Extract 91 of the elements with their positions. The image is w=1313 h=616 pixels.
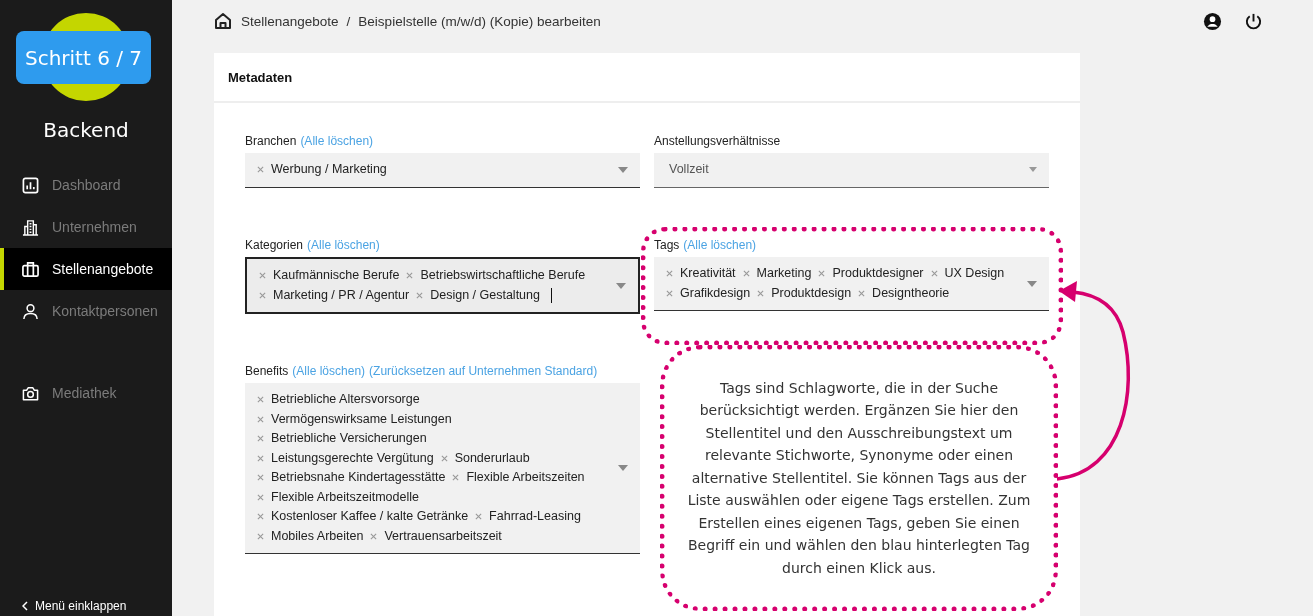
account-icon[interactable] bbox=[1203, 11, 1222, 31]
field-link[interactable]: (Alle löschen) bbox=[683, 238, 757, 252]
caret-icon[interactable] bbox=[1027, 280, 1037, 287]
selected-tag: Marketing / PR / Agentur bbox=[273, 285, 410, 305]
field-link[interactable]: (Alle löschen) bbox=[292, 364, 366, 378]
remove-icon[interactable] bbox=[257, 474, 264, 482]
selected-tag: Vertrauensarbeitszeit bbox=[384, 526, 502, 546]
selected-tag: Marketing bbox=[756, 264, 812, 284]
remove-icon[interactable] bbox=[666, 270, 673, 278]
selected-tag: Betriebsnahe Kindertagesstätte bbox=[271, 468, 446, 488]
selected-tag: UX Design bbox=[944, 264, 1005, 284]
remove-icon[interactable] bbox=[257, 396, 264, 404]
selected-tag: Werbung / Marketing bbox=[271, 160, 387, 180]
nav-item[interactable]: Stellenangebote bbox=[0, 248, 172, 290]
annotation-text: Tags sind Schlagworte, die in der Suche berücksichtigt werden. Ergänzen Sie hier den Stellentitel und den Ausschreibungstext um relevante Stichworte, Synonyme oder einen alternative Stellentitel. Sie können Tags aus der Liste auswählen oder eigene Tags erstellen. Zum Erstellen eines eigenen Tags, geben Sie einen Begriff ein und wählen den blau hinterlegten Tag durch einen Klick aus. bbox=[686, 378, 1032, 578]
selected-tag: Fahrrad-Leasing bbox=[489, 507, 581, 527]
field-label: Tags bbox=[654, 238, 680, 252]
selected-tag: Kaufmännische Berufe bbox=[273, 266, 400, 286]
selected-tag: Mobiles Arbeiten bbox=[271, 526, 364, 546]
multiselect-field[interactable]: Kaufmännische Berufe Betriebswirtschaftliche Berufe Marketing / PR / Agentur Design / Gestaltung bbox=[245, 257, 640, 314]
selected-tag: Sonderurlaub bbox=[454, 448, 530, 468]
remove-icon[interactable] bbox=[930, 270, 938, 278]
multiselect-field[interactable] bbox=[245, 383, 640, 554]
camera-icon bbox=[22, 384, 39, 402]
remove-icon[interactable] bbox=[257, 415, 264, 423]
caret-icon[interactable] bbox=[618, 166, 628, 173]
breadcrumb-separator: / bbox=[346, 13, 351, 29]
remove-icon[interactable] bbox=[452, 474, 460, 482]
caret-icon[interactable] bbox=[1029, 167, 1037, 172]
remove-icon[interactable] bbox=[440, 454, 448, 462]
field-label: Benefits bbox=[245, 364, 289, 378]
selected-tag: Betriebliche Versicherungen bbox=[271, 429, 427, 449]
remove-icon[interactable] bbox=[259, 272, 266, 280]
nav-item[interactable]: Dashboard bbox=[0, 164, 172, 206]
briefcase-icon bbox=[22, 260, 39, 278]
field-label: Branchen bbox=[245, 134, 297, 148]
remove-icon[interactable] bbox=[475, 513, 483, 521]
nav-item[interactable]: Mediathek bbox=[0, 372, 172, 414]
text-cursor bbox=[551, 287, 553, 303]
field-link[interactable]: (Alle löschen) bbox=[300, 134, 374, 148]
selected-tag: Betriebliche Altersvorsorge bbox=[271, 390, 420, 410]
field-link[interactable]: (Alle löschen) bbox=[307, 238, 380, 252]
selected-tag: Grafikdesign bbox=[680, 283, 751, 303]
app-title: Backend bbox=[42, 118, 130, 142]
breadcrumb-current: Beispielstelle (m/w/d) (Kopie) bearbeiten bbox=[358, 13, 601, 29]
selected-tag: Flexible Arbeitszeiten bbox=[466, 468, 585, 488]
remove-icon[interactable] bbox=[257, 532, 264, 540]
card-title: Metadaten bbox=[214, 53, 1080, 103]
multiselect-field[interactable]: Kreativität Marketing Produktdesigner UX Design Grafikdesign Produktdesign Designtheorie bbox=[654, 257, 1049, 311]
field-label: Anstellungsverhältnisse bbox=[654, 134, 781, 148]
selected-tag: Betriebswirtschaftliche Berufe bbox=[420, 266, 586, 286]
selected-tag: Designtheorie bbox=[872, 283, 950, 303]
remove-icon[interactable] bbox=[257, 454, 264, 462]
step-badge: Schritt 6 / 7 bbox=[16, 31, 151, 84]
chart-icon bbox=[22, 176, 39, 194]
collapse-menu-link[interactable]: Menü einklappen bbox=[0, 598, 127, 614]
nav-item[interactable]: Kontaktpersonen bbox=[0, 290, 172, 332]
remove-icon[interactable] bbox=[757, 289, 765, 297]
select-field[interactable]: Vollzeit bbox=[654, 153, 1049, 188]
selected-tag: Kreativität bbox=[680, 264, 736, 284]
remove-icon[interactable] bbox=[370, 532, 378, 540]
remove-icon[interactable] bbox=[406, 272, 414, 280]
remove-icon[interactable] bbox=[257, 435, 264, 443]
remove-icon[interactable] bbox=[259, 291, 266, 299]
person-icon bbox=[22, 302, 39, 320]
remove-icon[interactable] bbox=[416, 291, 424, 299]
selected-tag: Kostenloser Kaffee / kalte Getränke bbox=[271, 507, 469, 527]
remove-icon[interactable] bbox=[257, 493, 264, 501]
selected-tag: Vermögenswirksame Leistungen bbox=[271, 409, 452, 429]
caret-icon[interactable] bbox=[618, 465, 628, 471]
remove-icon[interactable] bbox=[257, 166, 264, 174]
power-icon[interactable] bbox=[1244, 11, 1263, 31]
nav-item[interactable]: Unternehmen bbox=[0, 206, 172, 248]
home-icon[interactable] bbox=[214, 12, 232, 30]
remove-icon[interactable] bbox=[257, 513, 264, 521]
selected-tag: Flexible Arbeitszeitmodelle bbox=[271, 487, 419, 507]
chevron-left-icon bbox=[22, 601, 28, 611]
building-icon bbox=[22, 218, 39, 236]
selected-tag: Produktdesign bbox=[771, 283, 852, 303]
field-label: Kategorien bbox=[245, 238, 304, 252]
caret-icon[interactable] bbox=[616, 282, 626, 289]
remove-icon[interactable] bbox=[666, 289, 673, 297]
remove-icon[interactable] bbox=[818, 270, 826, 278]
selected-tag: Design / Gestaltung bbox=[430, 285, 540, 305]
remove-icon[interactable] bbox=[742, 270, 750, 278]
multiselect-field[interactable]: Werbung / Marketing bbox=[245, 153, 640, 188]
selected-tag: Produktdesigner bbox=[832, 264, 924, 284]
selected-tag: Leistungsgerechte Vergütung bbox=[271, 448, 434, 468]
breadcrumb-link[interactable]: Stellenangebote bbox=[241, 13, 339, 29]
field-link[interactable]: (Zurücksetzen auf Unternehmen Standard) bbox=[369, 364, 598, 378]
remove-icon[interactable] bbox=[858, 289, 866, 297]
